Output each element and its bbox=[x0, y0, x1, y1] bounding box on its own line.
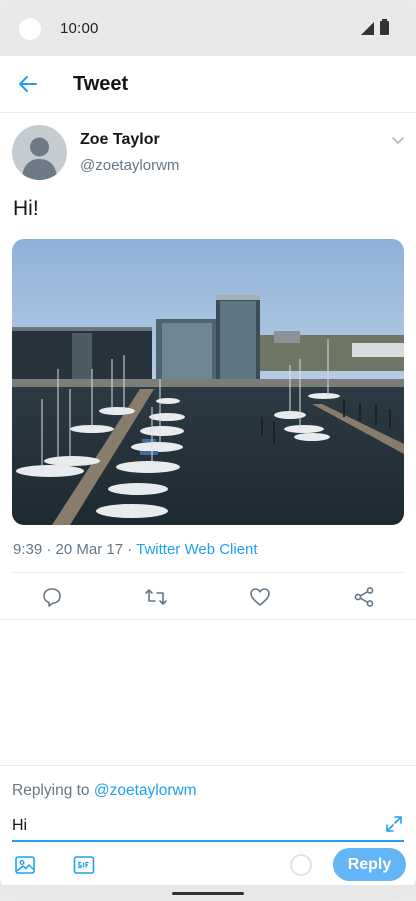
avatar[interactable] bbox=[12, 125, 67, 180]
replying-to: Replying to @zoetaylorwm bbox=[12, 782, 197, 800]
tweet-client-link[interactable]: Twitter Web Client bbox=[136, 541, 257, 558]
reply-composer: Replying to @zoetaylorwm Reply bbox=[0, 765, 416, 885]
tweet-text: Hi! bbox=[13, 197, 39, 220]
home-indicator[interactable] bbox=[172, 892, 244, 895]
signal-icon bbox=[361, 22, 374, 35]
like-button[interactable] bbox=[247, 584, 273, 610]
reply-submit-button[interactable]: Reply bbox=[333, 848, 406, 881]
tweet-meta: 9:39 · 20 Mar 17 · Twitter Web Client bbox=[13, 541, 258, 558]
expand-icon[interactable] bbox=[384, 814, 404, 834]
camera-cutout bbox=[19, 18, 41, 40]
retweet-button[interactable] bbox=[143, 584, 169, 610]
device-frame: 10:00 Tweet Zoe Taylor @zoetaylorwm Hi! bbox=[0, 0, 416, 901]
tweet-timestamp: 9:39 · 20 Mar 17 · bbox=[13, 541, 137, 558]
character-counter bbox=[290, 854, 312, 876]
image-icon[interactable] bbox=[14, 854, 36, 876]
harbor-photo bbox=[12, 239, 404, 525]
author-handle[interactable]: @zoetaylorwm bbox=[80, 157, 179, 174]
reply-icon bbox=[43, 588, 61, 607]
status-bar: 10:00 bbox=[0, 0, 416, 56]
app-bar: Tweet bbox=[0, 56, 416, 113]
chevron-down-icon[interactable] bbox=[390, 133, 406, 147]
reply-button[interactable] bbox=[39, 584, 65, 610]
battery-icon bbox=[380, 19, 389, 35]
arrow-left-icon bbox=[19, 76, 37, 92]
reply-input[interactable] bbox=[12, 812, 404, 842]
replying-prefix: Replying to bbox=[12, 782, 94, 799]
tweet-photo[interactable] bbox=[12, 239, 404, 525]
author-name[interactable]: Zoe Taylor bbox=[80, 131, 160, 149]
screen: 10:00 Tweet Zoe Taylor @zoetaylorwm Hi! bbox=[0, 0, 416, 901]
share-button[interactable] bbox=[351, 584, 377, 610]
default-avatar-icon bbox=[22, 137, 57, 180]
system-nav-bar bbox=[0, 885, 416, 901]
status-time: 10:00 bbox=[60, 20, 99, 37]
tweet-actions bbox=[0, 580, 416, 616]
share-icon bbox=[354, 587, 374, 607]
divider bbox=[0, 619, 416, 620]
retweet-icon bbox=[145, 589, 167, 605]
replying-handle[interactable]: @zoetaylorwm bbox=[94, 782, 197, 799]
back-button[interactable] bbox=[14, 70, 42, 98]
like-icon bbox=[250, 588, 270, 606]
gif-icon[interactable] bbox=[73, 854, 95, 876]
divider bbox=[12, 572, 404, 573]
page-title: Tweet bbox=[73, 73, 129, 95]
